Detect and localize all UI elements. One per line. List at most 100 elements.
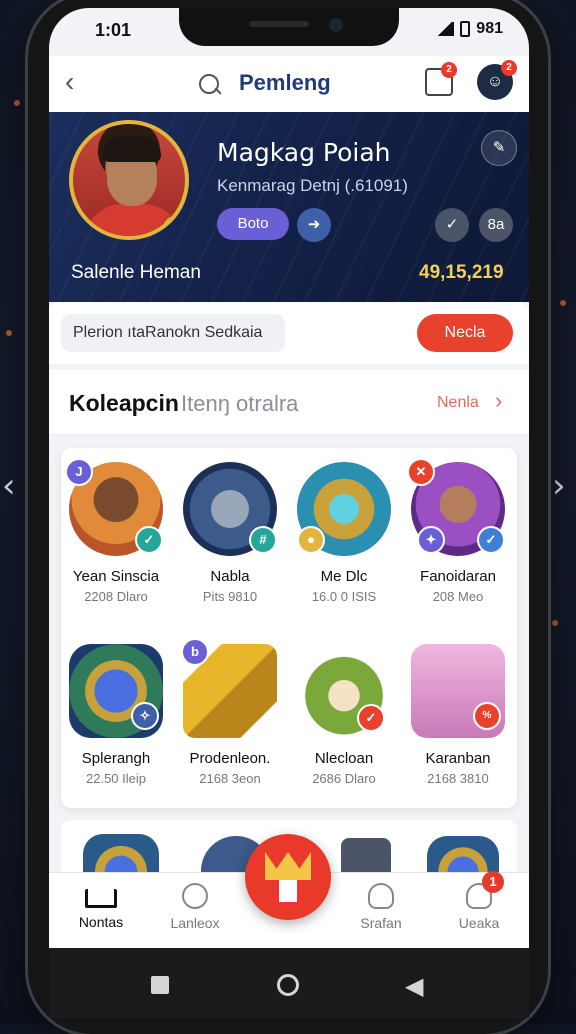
ember-particle — [552, 620, 558, 626]
center-action-button[interactable] — [245, 834, 331, 920]
profile-pill-button[interactable]: Boto — [217, 208, 289, 240]
status-time: 1:01 — [95, 20, 132, 40]
collection-item[interactable]: % Karanban 2168 3810 — [403, 644, 513, 786]
ember-particle — [14, 100, 20, 106]
ember-particle — [6, 330, 12, 336]
avatar-button[interactable]: ☺ 2 — [477, 60, 517, 100]
hashtag-icon: # — [249, 526, 277, 554]
search-row: Plerion ıtaRanokn Sedkaia Necla — [49, 302, 529, 364]
share-icon[interactable]: ➜ — [297, 208, 331, 242]
item-name: Karanban — [425, 750, 491, 767]
item-value: 2168 3810 — [427, 771, 489, 786]
left-arrow-icon[interactable]: ‹ — [2, 466, 16, 506]
stat-circle[interactable]: 8a — [479, 208, 513, 242]
collection-item[interactable]: # Nabla Pits 9810 — [175, 462, 285, 604]
status-text: 981 — [476, 20, 503, 37]
tag-icon: J — [65, 458, 93, 486]
collection-item[interactable]: ✧ Splerangh 22.50 Ileip — [61, 644, 171, 786]
robot-icon: # — [183, 462, 277, 556]
home-circle-icon[interactable] — [277, 974, 299, 996]
item-name: Nabla — [210, 568, 250, 585]
section-title: Koleapcin — [69, 390, 179, 416]
app-screen: 1:01 981 ‹ Pemleng 2 ☺ 2 ★ Magkag Poiah … — [49, 8, 529, 1018]
avatar-badge: 2 — [501, 60, 517, 76]
notification-badge: 1 — [482, 871, 504, 893]
status-indicators: 981 — [436, 20, 503, 38]
item-name: Prodenleon. — [189, 750, 271, 767]
nav-home[interactable]: Nontas — [53, 883, 149, 930]
item-name: Splerangh — [81, 750, 151, 767]
top-nav: ‹ Pemleng 2 ☺ 2 — [49, 56, 529, 112]
user-icon — [368, 883, 394, 909]
heroine-portrait-icon: ✕ ✦ ✓ — [407, 458, 505, 556]
cross-icon: ✕ — [407, 458, 435, 486]
item-value: 2208 Dlaro — [84, 589, 148, 604]
item-name: Yean Sinscia — [72, 568, 160, 585]
inbox-badge: 2 — [441, 62, 457, 78]
item-value: Pits 9810 — [202, 589, 258, 604]
compass-icon: ✧ — [131, 702, 159, 730]
back-icon[interactable]: ‹ — [65, 66, 74, 98]
profile-subtitle: Kenmarag Detnj (.61091) — [217, 176, 408, 195]
nav-search[interactable]: Srafan — [333, 883, 429, 931]
item-name: Fanoidaran — [420, 568, 496, 585]
nav-label: Ueaka — [458, 915, 500, 931]
profile-icon: 1 — [466, 871, 504, 909]
profile-hero: ★ Magkag Poiah Kenmarag Detnj (.61091) B… — [49, 112, 529, 302]
shield-gem-icon: ✧ — [69, 644, 163, 738]
edit-icon[interactable]: ✎ — [481, 130, 517, 166]
back-triangle-icon[interactable]: ◀ — [405, 972, 423, 1001]
collection-item[interactable]: ✓ Nlecloan 2686 Dlaro — [289, 644, 399, 786]
nav-explore[interactable]: Lanleox — [147, 883, 243, 931]
collection-item[interactable]: b Prodenleon. 2168 3eon — [175, 638, 285, 786]
price-tag-icon: % — [473, 702, 501, 730]
profile-avatar[interactable]: ★ — [69, 120, 189, 240]
check-icon: ✓ — [477, 526, 505, 554]
check-icon: ✓ — [135, 526, 163, 554]
recent-apps-icon[interactable] — [151, 976, 169, 994]
check-icon[interactable]: ✓ — [435, 208, 469, 242]
item-name: Me Dlc — [320, 568, 368, 585]
profile-footer-label: Salenle Heman — [71, 262, 201, 283]
see-more-link[interactable]: Nenla — [437, 394, 479, 412]
section-subtitle: Itenŋ otralra — [181, 391, 299, 416]
system-nav-bar: ◀ — [49, 948, 529, 1018]
compass-icon — [182, 883, 208, 909]
nav-label: Nontas — [78, 914, 124, 930]
emblem-icon: ● — [297, 462, 391, 556]
collection-grid: J ✓ Yean Sinscia 2208 Dlaro # Nabla Pits… — [61, 448, 517, 808]
search-action-button[interactable]: Necla — [417, 314, 513, 352]
page-title: Pemleng — [239, 70, 331, 95]
search-input[interactable]: Plerion ıtaRanokn Sedkaia — [61, 314, 285, 352]
badge-icon: ✓ — [357, 704, 385, 732]
item-value: 208 Meo — [432, 589, 484, 604]
golden-key-icon: b — [181, 638, 277, 738]
home-icon — [85, 889, 117, 908]
crown-icon — [265, 852, 311, 880]
nav-profile[interactable]: 1 Ueaka — [431, 871, 527, 931]
nav-label: Srafan — [360, 915, 402, 931]
ember-particle — [560, 300, 566, 306]
collection-item[interactable]: ● Me Dlc 16.0 0 ISIS — [289, 462, 399, 604]
notch — [179, 8, 399, 46]
treasure-box-icon: % — [411, 644, 505, 738]
inbox-icon[interactable]: 2 — [425, 62, 457, 96]
profile-name: Magkag Poiah — [217, 138, 391, 167]
item-value: 16.0 0 ISIS — [311, 589, 377, 604]
battery-icon — [460, 21, 471, 37]
item-value: 2168 3eon — [199, 771, 261, 786]
chevron-right-icon[interactable]: › — [495, 388, 502, 414]
collection-item[interactable]: ✕ ✦ ✓ Fanoidaran 208 Meo — [403, 458, 513, 604]
tag-icon: b — [181, 638, 209, 666]
profile-score: 49,15,219 — [419, 262, 504, 283]
coin-icon: ● — [297, 526, 325, 554]
item-value: 2686 Dlaro — [312, 771, 376, 786]
search-icon[interactable] — [199, 74, 219, 94]
right-arrow-icon[interactable]: › — [552, 466, 566, 506]
collection-item[interactable]: J ✓ Yean Sinscia 2208 Dlaro — [61, 458, 171, 604]
fox-mascot-icon: ✓ — [297, 644, 391, 738]
rank-badge-icon: ★ — [161, 214, 185, 236]
sword-icon: ✦ — [417, 526, 445, 554]
nav-label: Lanleox — [170, 915, 220, 931]
item-name: Nlecloan — [314, 750, 374, 767]
